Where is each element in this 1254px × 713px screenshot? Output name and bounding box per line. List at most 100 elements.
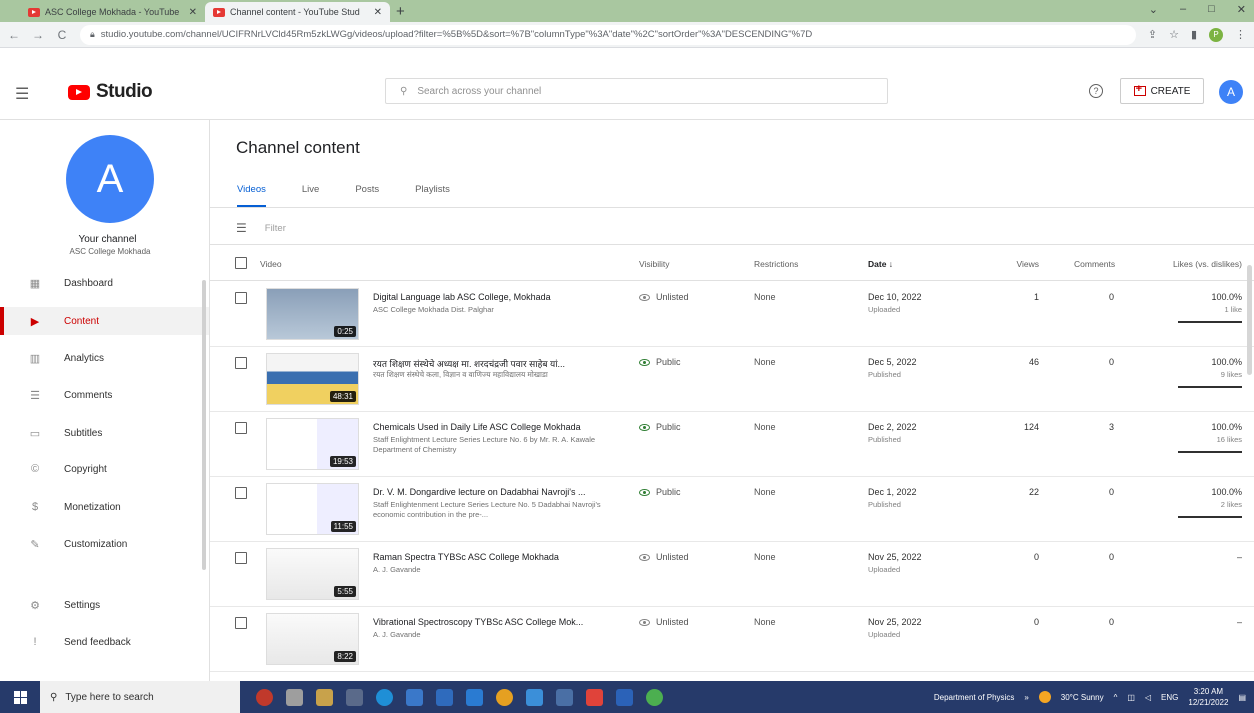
pinned-app-icon[interactable]	[526, 688, 543, 706]
video-row[interactable]: 19:53 Chemicals Used in Daily Life ASC Co…	[210, 412, 1254, 477]
mail-icon[interactable]	[466, 688, 483, 706]
weather-icon[interactable]	[1038, 691, 1051, 703]
account-avatar[interactable]: A	[1219, 80, 1243, 104]
browser-menu-icon[interactable]: ⋮	[1235, 28, 1246, 41]
filter-bar[interactable]: ☰ Filter	[236, 221, 286, 235]
row-checkbox[interactable]	[235, 357, 247, 369]
tab-live[interactable]: Live	[302, 184, 319, 207]
video-thumbnail[interactable]: 19:53	[266, 418, 359, 470]
network-icon[interactable]: ◫	[1127, 693, 1135, 702]
sidebar-item-monetization[interactable]: $ Monetization	[0, 493, 209, 521]
visibility-cell[interactable]: Public	[639, 422, 681, 432]
browser-tab[interactable]: ASC College Mokhada - YouTube ✕	[20, 2, 205, 22]
tab-posts[interactable]: Posts	[355, 184, 379, 207]
tab-videos[interactable]: Videos	[237, 184, 266, 207]
close-tab-icon[interactable]: ✕	[374, 7, 382, 18]
video-title[interactable]: Vibrational Spectroscopy TYBSc ASC Colle…	[373, 617, 613, 627]
search-input[interactable]: ⚲ Search across your channel	[385, 78, 888, 104]
hamburger-menu-icon[interactable]: ☰	[15, 84, 29, 104]
create-button[interactable]: CREATE	[1120, 78, 1204, 104]
browser-tab-active[interactable]: Channel content - YouTube Stud ✕	[205, 2, 390, 22]
video-thumbnail[interactable]: 48:31	[266, 353, 359, 405]
start-button[interactable]	[0, 681, 40, 713]
column-views[interactable]: Views	[999, 259, 1039, 269]
row-checkbox[interactable]	[235, 487, 247, 499]
sidebar-item-content[interactable]: ▶ Content	[0, 307, 209, 335]
store-icon[interactable]	[436, 688, 453, 706]
column-visibility[interactable]: Visibility	[639, 259, 670, 269]
notifications-icon[interactable]: ▤	[1238, 693, 1246, 702]
taskbar-search-input[interactable]: ⚲ Type here to search	[40, 681, 240, 713]
video-thumbnail[interactable]: 0:25	[266, 288, 359, 340]
pinned-app-icon[interactable]	[616, 688, 633, 706]
clock[interactable]: 3:20 AM 12/21/2022	[1188, 686, 1228, 708]
file-explorer-icon[interactable]	[406, 688, 423, 706]
reload-icon[interactable]: C	[56, 28, 68, 42]
column-comments[interactable]: Comments	[1074, 259, 1115, 269]
close-tab-icon[interactable]: ✕	[189, 7, 197, 18]
video-row[interactable]: 5:55 Raman Spectra TYBSc ASC College Mokh…	[210, 542, 1254, 607]
video-row[interactable]: 0:25 Digital Language lab ASC College, Mo…	[210, 282, 1254, 347]
profile-avatar[interactable]: P	[1209, 27, 1223, 42]
edge-browser-icon[interactable]	[376, 688, 393, 706]
sidebar-item-settings[interactable]: ⚙ Settings	[0, 591, 209, 619]
pinned-app-icon[interactable]	[256, 688, 273, 706]
new-tab-button[interactable]: +	[396, 2, 405, 22]
filter-icon[interactable]: ☰	[236, 221, 247, 235]
sidebar-item-send-feedback[interactable]: ! Send feedback	[0, 628, 209, 656]
video-thumbnail[interactable]: 8:22	[266, 613, 359, 665]
chrome-icon[interactable]	[496, 688, 513, 706]
video-thumbnail[interactable]: 5:55	[266, 548, 359, 600]
video-row[interactable]: 11:55 Dr. V. M. Dongardive lecture on Dad…	[210, 477, 1254, 542]
chrome-active-icon[interactable]	[646, 688, 663, 706]
column-likes[interactable]: Likes (vs. dislikes)	[1132, 259, 1242, 269]
close-window-icon[interactable]: ✕	[1237, 3, 1246, 16]
visibility-cell[interactable]: Unlisted	[639, 617, 689, 627]
bookmark-star-icon[interactable]: ☆	[1169, 28, 1179, 41]
column-restrictions[interactable]: Restrictions	[754, 259, 798, 269]
select-all-checkbox[interactable]	[235, 257, 247, 269]
sidebar-item-customization[interactable]: ✎ Customization	[0, 530, 209, 558]
tab-playlists[interactable]: Playlists	[415, 184, 450, 207]
address-bar[interactable]: 🔒︎ studio.youtube.com/channel/UCIFRNrLVC…	[80, 24, 1136, 45]
column-date[interactable]: Date ↓	[868, 259, 893, 269]
language-indicator[interactable]: ENG	[1161, 693, 1178, 702]
maximize-icon[interactable]: □	[1208, 3, 1215, 16]
sidepanel-icon[interactable]: ▮	[1191, 28, 1197, 41]
forward-arrow-icon[interactable]: →	[32, 28, 44, 42]
sidebar-item-analytics[interactable]: ▥ Analytics	[0, 344, 209, 372]
row-checkbox[interactable]	[235, 292, 247, 304]
visibility-cell[interactable]: Public	[639, 487, 681, 497]
sidebar-scrollbar[interactable]	[202, 280, 206, 570]
help-icon[interactable]: ?	[1089, 84, 1103, 98]
volume-icon[interactable]: ◁	[1145, 693, 1151, 702]
chevron-right-icon[interactable]: »	[1024, 693, 1028, 702]
row-checkbox[interactable]	[235, 617, 247, 629]
task-view-icon[interactable]	[346, 688, 363, 706]
row-checkbox[interactable]	[235, 552, 247, 564]
visibility-cell[interactable]: Unlisted	[639, 552, 689, 562]
taskbar-folder-label[interactable]: Department of Physics	[934, 693, 1014, 702]
pinned-app-icon[interactable]	[286, 688, 303, 706]
pinned-app-icon[interactable]	[556, 688, 573, 706]
filter-input[interactable]: Filter	[265, 223, 286, 234]
back-arrow-icon[interactable]: ←	[8, 28, 20, 42]
sidebar-item-comments[interactable]: ☰ Comments	[0, 381, 209, 409]
pinned-app-icon[interactable]	[586, 688, 603, 706]
sidebar-item-dashboard[interactable]: ▦ Dashboard	[0, 269, 209, 297]
video-title[interactable]: Dr. V. M. Dongardive lecture on Dadabhai…	[373, 487, 613, 497]
sidebar-item-subtitles[interactable]: ▭ Subtitles	[0, 419, 209, 447]
visibility-cell[interactable]: Public	[639, 357, 681, 367]
video-row[interactable]: 8:22 Vibrational Spectroscopy TYBSc ASC C…	[210, 607, 1254, 672]
sidebar-item-copyright[interactable]: © Copyright	[0, 455, 209, 483]
tray-expand-icon[interactable]: ^	[1114, 693, 1118, 702]
video-row[interactable]: 48:31 रयत शिक्षण संस्थेचे अध्यक्ष मा. शरद…	[210, 347, 1254, 412]
video-title[interactable]: Digital Language lab ASC College, Mokhad…	[373, 292, 613, 302]
row-checkbox[interactable]	[235, 422, 247, 434]
visibility-cell[interactable]: Unlisted	[639, 292, 689, 302]
tab-search-icon[interactable]: ⌄	[1149, 3, 1158, 16]
weather-text[interactable]: 30°C Sunny	[1061, 693, 1104, 702]
studio-logo[interactable]: Studio	[68, 81, 153, 103]
video-thumbnail[interactable]: 11:55	[266, 483, 359, 535]
share-icon[interactable]: ⇪	[1148, 28, 1157, 41]
